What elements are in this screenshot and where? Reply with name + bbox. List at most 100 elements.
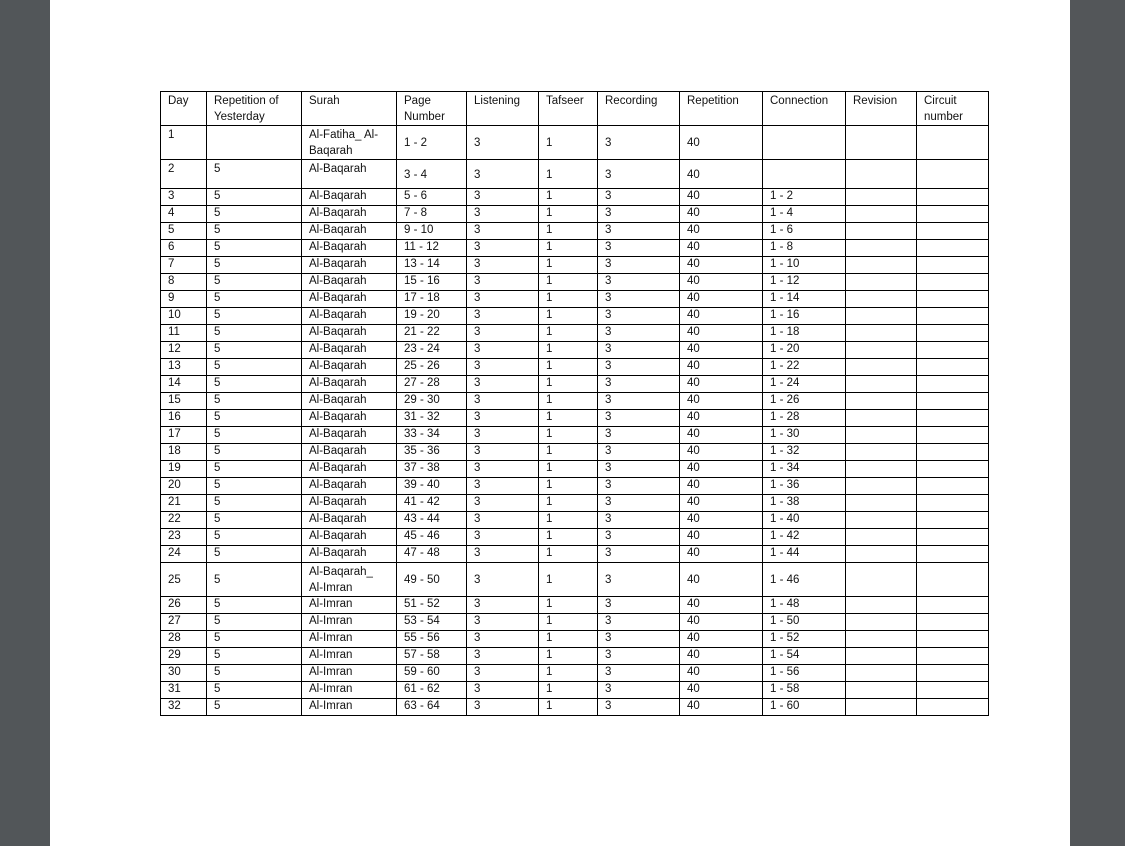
table-cell: [916, 159, 989, 189]
table-cell: 5: [206, 159, 302, 189]
table-row: 4 5 Al-Baqarah 7 - 8 3 1 3 40 1 - 4: [160, 205, 989, 223]
table-cell: 3: [160, 188, 207, 206]
table-cell: [916, 273, 989, 291]
table-cell: [916, 290, 989, 308]
table-cell: 1 - 46: [762, 562, 846, 597]
table-cell: 30: [160, 664, 207, 682]
table-row: 11 5 Al-Baqarah 21 - 22 3 1 3 40 1 - 18: [160, 324, 989, 342]
table-cell: 1: [538, 392, 598, 410]
table-cell: 33 - 34: [396, 426, 467, 444]
table-cell: 1 - 42: [762, 528, 846, 546]
table-cell: [916, 341, 989, 359]
table-cell: 40: [679, 307, 763, 325]
table-cell: [845, 698, 917, 716]
table-cell: 3: [597, 630, 680, 648]
table-cell: [916, 698, 989, 716]
table-cell: 1: [538, 562, 598, 597]
table-cell: 3: [597, 477, 680, 495]
table-row: 30 5 Al-Imran 59 - 60 3 1 3 40 1 - 56: [160, 664, 989, 682]
table-cell: Al-Imran: [301, 698, 397, 716]
table-row: 15 5 Al-Baqarah 29 - 30 3 1 3 40 1 - 26: [160, 392, 989, 410]
table-cell: 47 - 48: [396, 545, 467, 563]
table-cell: 5: [206, 630, 302, 648]
column-header: Tafseer: [538, 91, 598, 126]
viewer-scrollbar-area[interactable]: [1070, 0, 1125, 846]
table-cell: 5: [206, 239, 302, 257]
table-cell: 40: [679, 358, 763, 376]
table-cell: Al-Baqarah: [301, 273, 397, 291]
table-cell: 3: [597, 443, 680, 461]
table-cell: 40: [679, 256, 763, 274]
table-cell: 23: [160, 528, 207, 546]
table-cell: [845, 205, 917, 223]
table-cell: Al-Imran: [301, 596, 397, 614]
table-cell: Al-Baqarah: [301, 426, 397, 444]
table-cell: 40: [679, 159, 763, 189]
table-cell: 57 - 58: [396, 647, 467, 665]
table-cell: [916, 324, 989, 342]
table-cell: 1: [538, 188, 598, 206]
table-cell: 1 - 28: [762, 409, 846, 427]
table-cell: Al-Baqarah: [301, 443, 397, 461]
table-cell: 24: [160, 545, 207, 563]
table-cell: 1: [538, 596, 598, 614]
table-cell: 40: [679, 698, 763, 716]
table-cell: 1 - 36: [762, 477, 846, 495]
table-cell: Al-Fatiha_ Al-Baqarah: [301, 125, 397, 160]
table-cell: 40: [679, 528, 763, 546]
table-cell: 5: [160, 222, 207, 240]
table-cell: 3: [466, 460, 539, 478]
table-cell: 4: [160, 205, 207, 223]
table-cell: 19: [160, 460, 207, 478]
table-cell: 3: [466, 307, 539, 325]
table-cell: 5: [206, 188, 302, 206]
table-row: 5 5 Al-Baqarah 9 - 10 3 1 3 40 1 - 6: [160, 222, 989, 240]
table-cell: 5: [206, 528, 302, 546]
table-row: 26 5 Al-Imran 51 - 52 3 1 3 40 1 - 48: [160, 596, 989, 614]
table-cell: 3: [466, 290, 539, 308]
table-cell: 40: [679, 239, 763, 257]
table-cell: Al-Imran: [301, 647, 397, 665]
table-cell: Al-Baqarah: [301, 511, 397, 529]
table-cell: 1 - 34: [762, 460, 846, 478]
table-cell: Al-Imran: [301, 681, 397, 699]
table-cell: 1: [538, 273, 598, 291]
table-cell: 3: [466, 205, 539, 223]
column-header: Repetition of Yesterday: [206, 91, 302, 126]
table-cell: 3: [597, 256, 680, 274]
table-cell: 1 - 38: [762, 494, 846, 512]
table-cell: 1: [160, 125, 207, 160]
table-cell: 31: [160, 681, 207, 699]
table-cell: 1 - 48: [762, 596, 846, 614]
table-cell: 29: [160, 647, 207, 665]
table-cell: 3: [466, 494, 539, 512]
table-cell: 3: [466, 125, 539, 160]
table-cell: Al-Baqarah: [301, 290, 397, 308]
table-cell: 5: [206, 647, 302, 665]
table-cell: [916, 358, 989, 376]
table-cell: 40: [679, 392, 763, 410]
column-header: Page Number: [396, 91, 467, 126]
table-cell: [845, 664, 917, 682]
table-cell: [845, 125, 917, 160]
table-cell: [845, 324, 917, 342]
table-cell: 32: [160, 698, 207, 716]
table-cell: 1: [538, 222, 598, 240]
table-cell: 3: [466, 409, 539, 427]
table-cell: 5: [206, 358, 302, 376]
table-cell: 3: [466, 375, 539, 393]
table-cell: [916, 256, 989, 274]
table-cell: Al-Baqarah: [301, 545, 397, 563]
table-cell: 3: [597, 647, 680, 665]
table-cell: [845, 562, 917, 597]
document-page: Day Repetition of Yesterday Surah Page Numb…: [50, 0, 1070, 846]
table-cell: 40: [679, 511, 763, 529]
table-cell: [845, 358, 917, 376]
table-cell: 1 - 30: [762, 426, 846, 444]
table-cell: 40: [679, 125, 763, 160]
table-cell: 59 - 60: [396, 664, 467, 682]
table-row: 20 5 Al-Baqarah 39 - 40 3 1 3 40 1 - 36: [160, 477, 989, 495]
table-cell: 3: [597, 409, 680, 427]
table-cell: 5: [206, 273, 302, 291]
table-cell: [916, 443, 989, 461]
